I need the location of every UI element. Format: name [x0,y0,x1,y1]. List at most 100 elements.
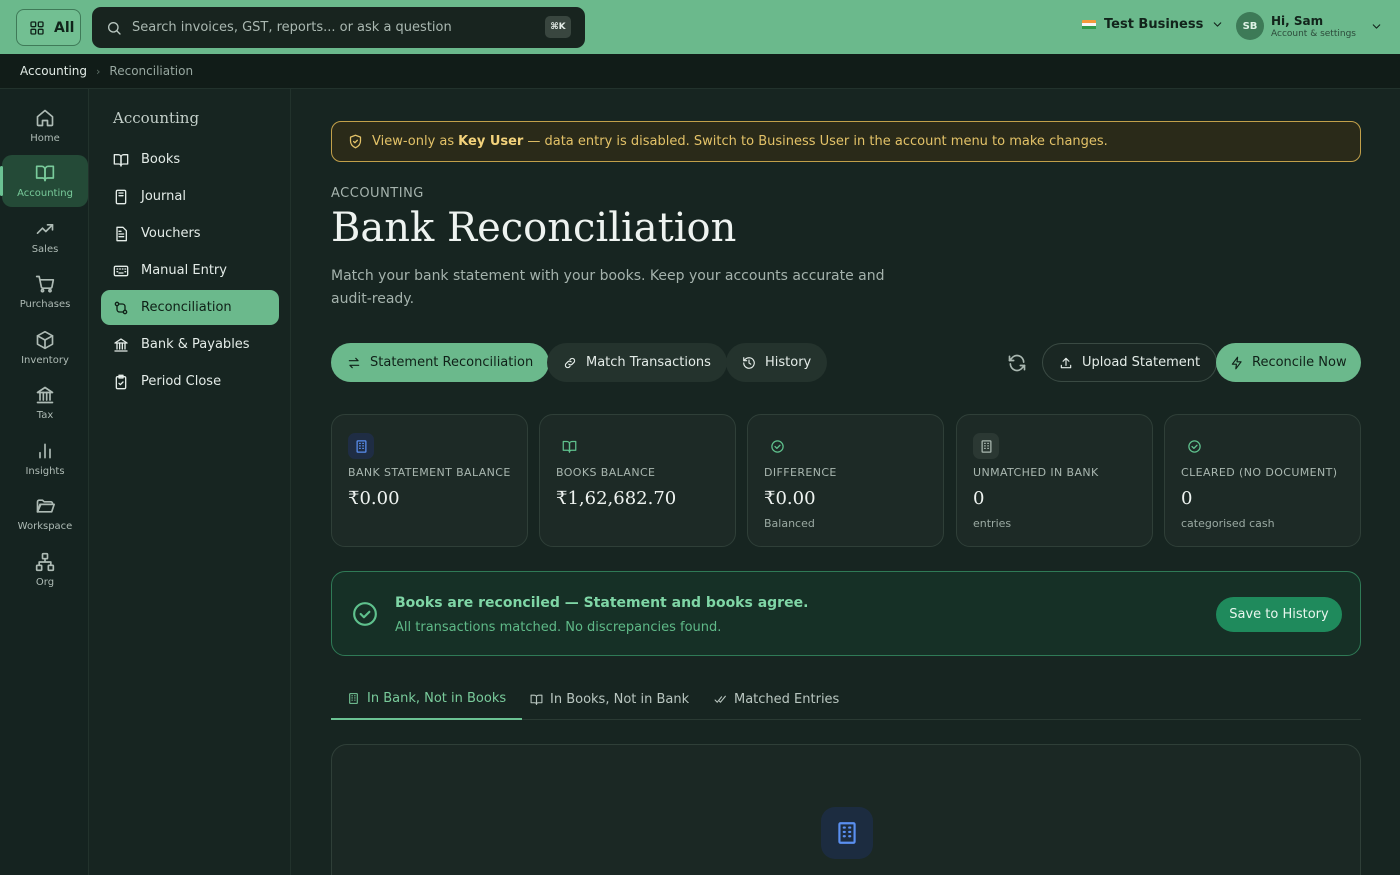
check-circle-icon [1187,439,1202,454]
nav-item-books[interactable]: Books [101,142,279,177]
rail-item-workspace[interactable]: Workspace [2,488,88,540]
folder-open-icon [35,496,55,516]
upload-statement-label: Upload Statement [1082,355,1201,370]
rail-item-home[interactable]: Home [2,100,88,152]
card-cleared-no-document: CLEARED (NO DOCUMENT) 0 categorised cash [1164,414,1361,547]
search-shortcut-badge: ⌘K [545,16,571,38]
notebook-icon [113,189,129,205]
check-circle-icon [352,601,378,627]
rail-label: Purchases [19,299,71,310]
search-placeholder: Search invoices, GST, reports... or ask … [132,20,452,35]
card-books-balance: BOOKS BALANCE ₹1,62,682.70 [539,414,736,547]
rail-item-org[interactable]: Org [2,544,88,596]
double-check-icon [714,693,727,706]
page-description: Match your bank statement with your book… [331,268,885,307]
nav-label: Journal [141,189,186,204]
upload-statement-button[interactable]: Upload Statement [1042,343,1218,382]
notice-suffix: — data entry is disabled. Switch to Busi… [527,134,1108,149]
notice-role: Key User [458,134,524,149]
reconciliation-tabs: In Bank, Not in Books In Books, Not in B… [331,679,1361,720]
tab-in-bank-not-in-books[interactable]: In Bank, Not in Books [331,679,523,720]
rail-label: Insights [25,466,65,477]
nav-item-reconciliation[interactable]: Reconciliation [101,290,279,325]
nav-item-period-close[interactable]: Period Close [101,364,279,399]
global-search-input[interactable]: Search invoices, GST, reports... or ask … [92,7,585,48]
book-open-icon [35,163,55,183]
rail-label: Sales [31,244,59,255]
home-icon [35,108,55,128]
match-transactions-button[interactable]: Match Transactions [547,343,727,382]
chevron-down-icon [1211,18,1224,31]
refresh-icon[interactable] [1007,353,1027,373]
tab-label: Matched Entries [734,692,840,707]
tab-label: In Books, Not in Bank [550,692,690,707]
statement-reconciliation-label: Statement Reconciliation [370,355,534,370]
building-icon [979,439,994,454]
git-compare-icon [113,300,129,316]
empty-state-icon-wrap [821,807,873,859]
reconcile-now-button[interactable]: Reconcile Now [1216,343,1361,382]
card-icon-wrap [764,433,790,459]
rail-label: Inventory [21,355,69,366]
card-label: UNMATCHED IN BANK [973,466,1099,479]
breadcrumb-accounting[interactable]: Accounting [20,64,87,78]
card-icon-wrap [556,433,582,459]
card-unmatched-in-bank: UNMATCHED IN BANK 0 entries [956,414,1153,547]
rail-label: Home [30,133,60,144]
bank-icon [113,337,129,353]
card-subtext: entries [973,517,1012,530]
status-title: Books are reconciled — Statement and boo… [395,595,809,611]
tab-matched-entries[interactable]: Matched Entries [714,679,839,720]
building-icon [834,820,860,846]
lightning-icon [1230,356,1244,370]
search-icon [106,20,122,36]
nav-label: Manual Entry [141,263,227,278]
rail-item-inventory[interactable]: Inventory [2,322,88,374]
rail-label: Workspace [17,521,73,532]
upload-icon [1059,356,1073,370]
card-label: CLEARED (NO DOCUMENT) [1181,466,1338,479]
nav-item-manual-entry[interactable]: Manual Entry [101,253,279,288]
avatar: SB [1236,12,1264,40]
book-open-icon [113,152,129,168]
card-subtext: categorised cash [1181,517,1275,530]
trending-up-icon [35,219,55,239]
history-button[interactable]: History [726,343,828,382]
statement-reconciliation-button[interactable]: Statement Reconciliation [331,343,550,382]
main-content: View-only as Key User — data entry is di… [291,89,1400,875]
breadcrumb-separator-icon: › [96,64,101,78]
rail-label: Org [35,577,55,588]
bank-icon [35,385,55,405]
nav-item-bank-payables[interactable]: Bank & Payables [101,327,279,362]
card-bank-statement-balance: BANK STATEMENT BALANCE ₹0.00 [331,414,528,547]
all-apps-button[interactable]: All [16,9,81,46]
rail-item-sales[interactable]: Sales [2,211,88,263]
rail-item-accounting[interactable]: Accounting [0,155,88,207]
nav-item-journal[interactable]: Journal [101,179,279,214]
building-icon [347,692,360,705]
save-to-history-button[interactable]: Save to History [1216,597,1342,632]
document-icon [113,226,129,242]
link-icon [563,356,577,370]
book-open-icon [530,693,543,706]
business-switcher[interactable]: Test Business [1082,17,1224,32]
keyboard-icon [113,263,129,279]
tab-in-books-not-in-bank[interactable]: In Books, Not in Bank [530,679,689,720]
card-icon-wrap [1181,433,1207,459]
top-bar: All Search invoices, GST, reports... or … [0,0,1400,54]
rail-item-tax[interactable]: Tax [2,377,88,429]
card-icon-wrap [973,433,999,459]
rail-item-insights[interactable]: Insights [2,433,88,485]
card-difference: DIFFERENCE ₹0.00 Balanced [747,414,944,547]
page-title: Bank Reconciliation [331,205,737,251]
shield-check-icon [348,134,363,149]
business-name: Test Business [1104,17,1204,32]
notice-prefix: View-only as [372,134,455,149]
chevron-down-icon [1370,20,1383,33]
nav-item-vouchers[interactable]: Vouchers [101,216,279,251]
nav-label: Period Close [141,374,222,389]
rail-item-purchases[interactable]: Purchases [2,266,88,318]
building-icon [354,439,369,454]
account-menu[interactable]: SB Hi, Sam Account & settings [1236,12,1383,40]
card-value: ₹0.00 [348,488,400,509]
